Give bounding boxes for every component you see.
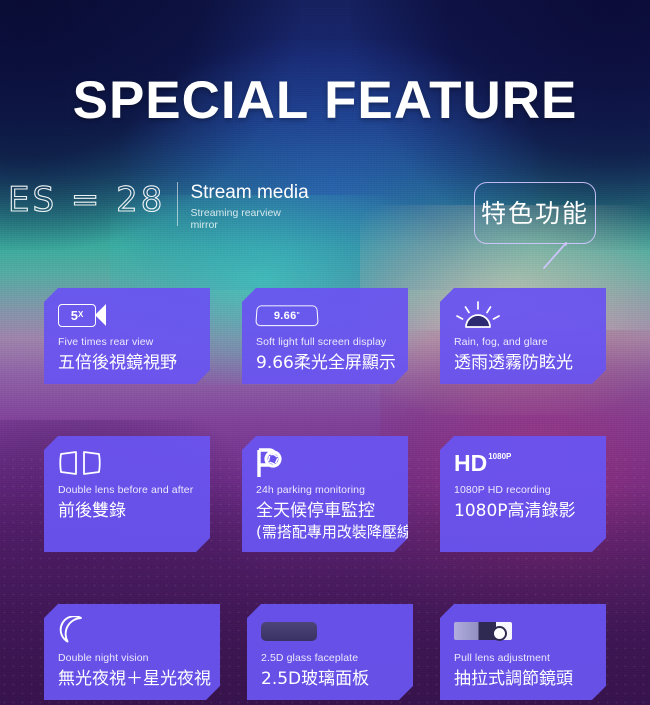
page-content: SPECIAL FEATURE ES = 28 Stream media Str… xyxy=(0,0,650,705)
feature-row-2: Double lens before and after 前後雙錄 24h pa… xyxy=(44,436,606,552)
brand-text: Stream media Streaming rearview mirror xyxy=(190,180,310,231)
pull-lens-slider-icon xyxy=(454,622,512,640)
feature-card-glass-faceplate[interactable]: 2.5D glass faceplate 2.5D玻璃面板 xyxy=(247,604,413,700)
hd-1080p-icon: HD 1080P xyxy=(454,452,511,475)
feature-label-en: Five times rear view xyxy=(58,336,154,348)
feature-card-parking-monitoring[interactable]: 24h parking monitoring 全天候停車監控 (需搭配專用改裝降… xyxy=(242,436,408,552)
feature-label-zh-secondary: (需搭配專用改裝降壓線) xyxy=(256,523,418,541)
icon-hd-sup: 1080P xyxy=(488,451,512,461)
feature-label-en: 24h parking monitoring xyxy=(256,484,366,496)
feature-label-en: 1080P HD recording xyxy=(454,484,551,496)
brand-logo: ES = 28 xyxy=(7,179,166,220)
icon-slot xyxy=(454,616,597,646)
brand-divider xyxy=(177,182,179,226)
feature-card-double-lens[interactable]: Double lens before and after 前後雙錄 xyxy=(44,436,210,552)
icon-slot xyxy=(58,616,211,646)
feature-label-en: Double night vision xyxy=(58,652,149,664)
feature-label-en: Double lens before and after xyxy=(58,484,194,496)
icon-hd-value: HD xyxy=(454,449,488,476)
parking-aperture-icon xyxy=(256,448,284,478)
glass-faceplate-icon xyxy=(261,622,317,641)
feature-card-soft-light-display[interactable]: 9.66 " Soft light full screen display 9.6… xyxy=(242,288,408,384)
feature-card-1080p-recording[interactable]: HD 1080P 1080P HD recording 1080P高清錄影 xyxy=(440,436,606,552)
video-camera-5x-icon: 5X xyxy=(58,304,106,327)
icon-slot xyxy=(261,616,404,646)
feature-card-rain-fog-glare[interactable]: Rain, fog, and glare 透雨透霧防眩光 xyxy=(440,288,606,384)
feature-label-en: 2.5D glass faceplate xyxy=(261,652,359,664)
feature-label-en: Pull lens adjustment xyxy=(454,652,550,664)
feature-label-en: Soft light full screen display xyxy=(256,336,387,348)
icon-slot xyxy=(58,448,201,478)
feature-label-zh: 無光夜視＋星光夜視 xyxy=(58,669,211,689)
brand-subtitle: Streaming rearview mirror xyxy=(190,207,281,231)
icon-screen-value: 9.66 xyxy=(273,309,297,322)
feature-label-zh: 五倍後視鏡視野 xyxy=(58,353,177,373)
brand-title: Stream media xyxy=(190,182,309,203)
feature-label-zh: 前後雙錄 xyxy=(58,501,126,521)
icon-5x-sup: X xyxy=(77,310,84,319)
feature-label-zh: 9.66柔光全屏顯示 xyxy=(256,353,396,373)
feature-row-1: 5X Five times rear view 五倍後視鏡視野 9.66 " So… xyxy=(44,288,606,384)
moon-night-vision-icon xyxy=(58,616,90,646)
brand-lockup: ES = 28 Stream media Streaming rearview … xyxy=(7,179,310,231)
page-title: SPECIAL FEATURE xyxy=(72,71,578,130)
feature-label-zh: 2.5D玻璃面板 xyxy=(261,669,370,689)
icon-slot: HD 1080P xyxy=(454,448,597,478)
feature-badge-box: 特色功能 xyxy=(474,182,596,244)
feature-label-zh: 抽拉式調節鏡頭 xyxy=(454,669,573,689)
double-lens-icon xyxy=(58,450,102,476)
icon-slot: 9.66 " xyxy=(256,300,399,330)
icon-slot xyxy=(454,300,597,330)
icon-slot: 5X xyxy=(58,300,201,330)
feature-label-zh: 全天候停車監控 xyxy=(256,501,375,521)
feature-card-pull-lens-adjustment[interactable]: Pull lens adjustment 抽拉式調節鏡頭 xyxy=(440,604,606,700)
feature-row-3: Double night vision 無光夜視＋星光夜視 2.5D glass… xyxy=(44,604,606,700)
feature-label-en: Rain, fog, and glare xyxy=(454,336,548,348)
icon-screen-sup: " xyxy=(296,311,301,319)
feature-label-zh: 透雨透霧防眩光 xyxy=(454,353,573,373)
feature-badge-label: 特色功能 xyxy=(480,198,589,228)
speech-bubble-tail-icon xyxy=(543,242,567,269)
feature-card-five-times-rear-view[interactable]: 5X Five times rear view 五倍後視鏡視野 xyxy=(44,288,210,384)
sunrise-glare-icon xyxy=(454,301,502,329)
feature-card-night-vision[interactable]: Double night vision 無光夜視＋星光夜視 xyxy=(44,604,220,700)
feature-label-zh: 1080P高清錄影 xyxy=(454,501,576,521)
icon-slot xyxy=(256,448,399,478)
feature-grid: 5X Five times rear view 五倍後視鏡視野 9.66 " So… xyxy=(44,288,606,700)
display-screen-icon: 9.66 " xyxy=(255,305,319,326)
icon-5x-value: 5 xyxy=(70,307,78,323)
feature-badge: 特色功能 xyxy=(474,182,596,269)
